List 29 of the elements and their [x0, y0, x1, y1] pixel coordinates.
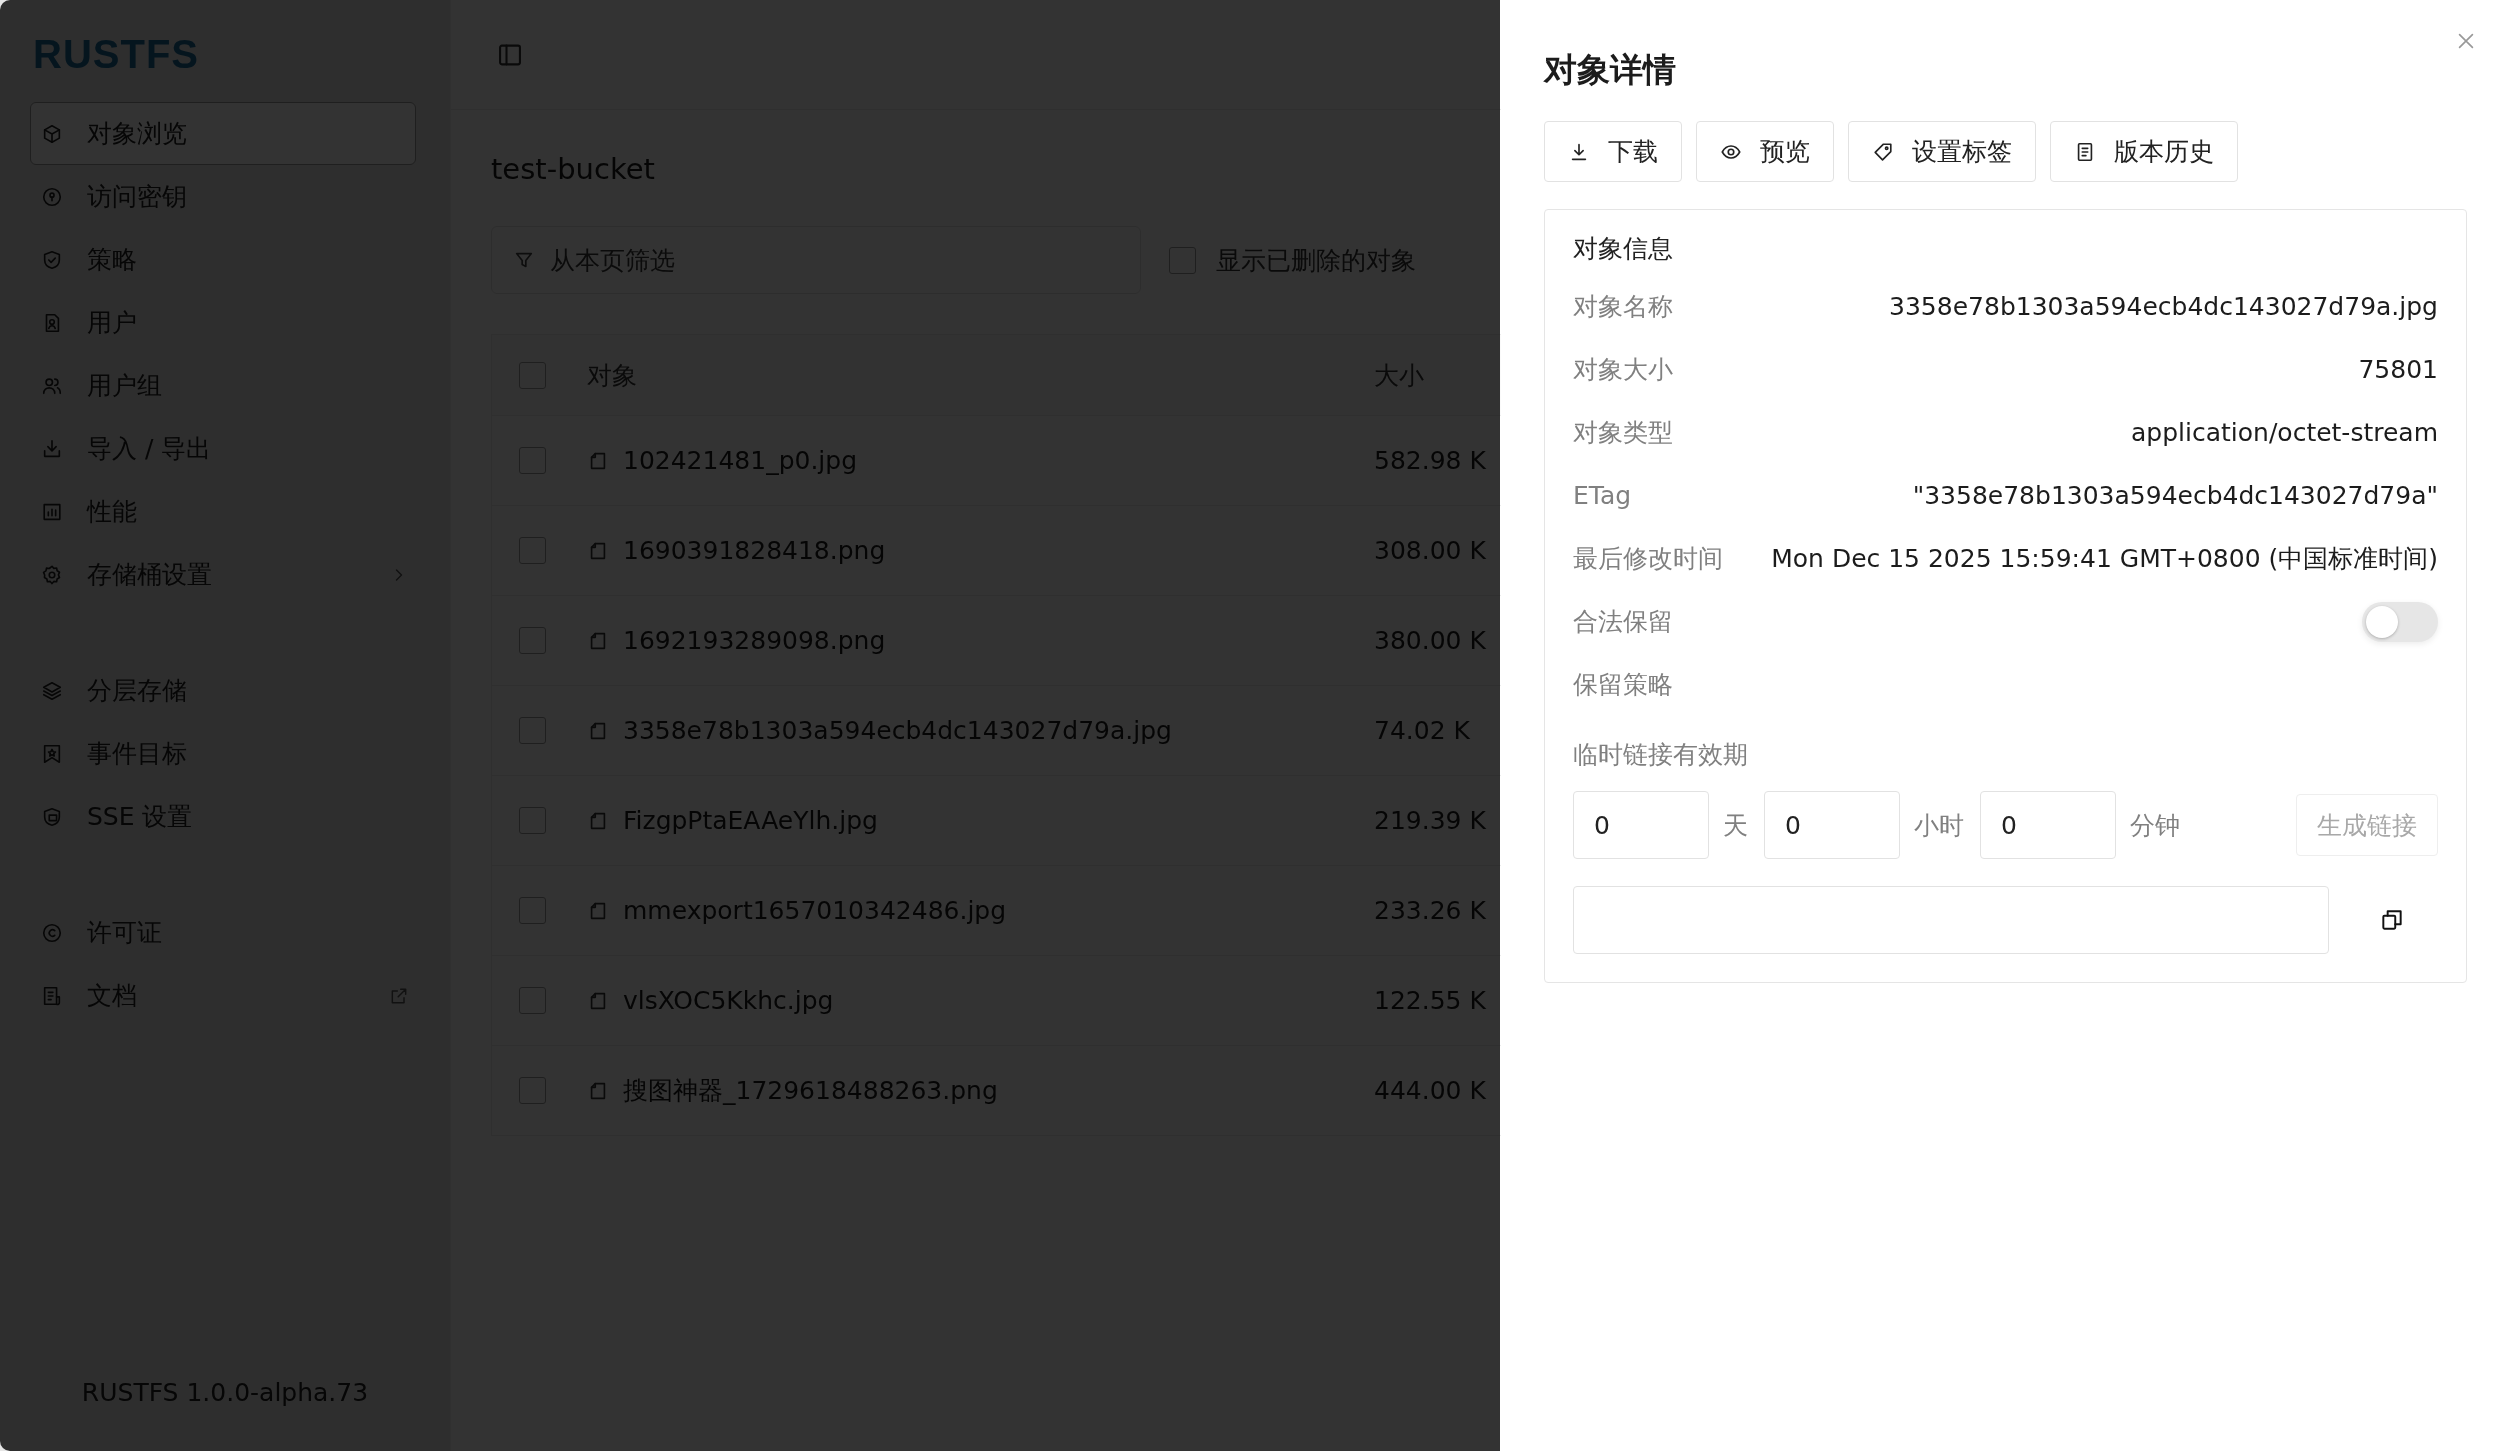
- number-field[interactable]: 0: [1573, 791, 1709, 859]
- number-field[interactable]: 0: [1764, 791, 1900, 859]
- field-value: 3358e78b1303a594ecb4dc143027d79a.jpg: [1889, 292, 2438, 321]
- action-button[interactable]: 预览: [1696, 121, 1834, 182]
- field-label: 临时链接有效期: [1573, 739, 1749, 771]
- field-label: 最后修改时间: [1573, 543, 1723, 575]
- action-button[interactable]: 版本历史: [2050, 121, 2238, 182]
- field-label: 对象大小: [1573, 354, 1673, 386]
- field-value: 75801: [2358, 355, 2438, 384]
- toggle-switch[interactable]: [2362, 601, 2438, 642]
- field-value: "3358e78b1303a594ecb4dc143027d79a": [1912, 481, 2438, 510]
- unit-label: 分钟: [2130, 809, 2180, 842]
- link-field[interactable]: [1573, 886, 2329, 954]
- unit-label: 天: [1723, 809, 1748, 842]
- field-label: 对象类型: [1573, 417, 1673, 449]
- field-label: 对象名称: [1573, 291, 1673, 323]
- field-label: ETag: [1573, 481, 1632, 510]
- field-value: application/octet-stream: [2131, 418, 2438, 447]
- copy-icon[interactable]: [2379, 907, 2405, 933]
- field-label: 保留策略: [1573, 669, 1673, 701]
- field-value: Mon Dec 15 2025 15:59:41 GMT+0800 (中国标准时间): [1771, 543, 2438, 575]
- drawer-title: 对象详情: [1544, 49, 1676, 91]
- action-button[interactable]: 下载: [1544, 121, 1682, 182]
- field-label: 合法保留: [1573, 606, 1673, 638]
- number-field[interactable]: 0: [1980, 791, 2116, 859]
- card-heading: 对象信息: [1573, 233, 1674, 265]
- action-button[interactable]: 设置标签: [1848, 121, 2036, 182]
- tag-icon: [1872, 140, 1894, 163]
- unit-label: 小时: [1914, 809, 1964, 842]
